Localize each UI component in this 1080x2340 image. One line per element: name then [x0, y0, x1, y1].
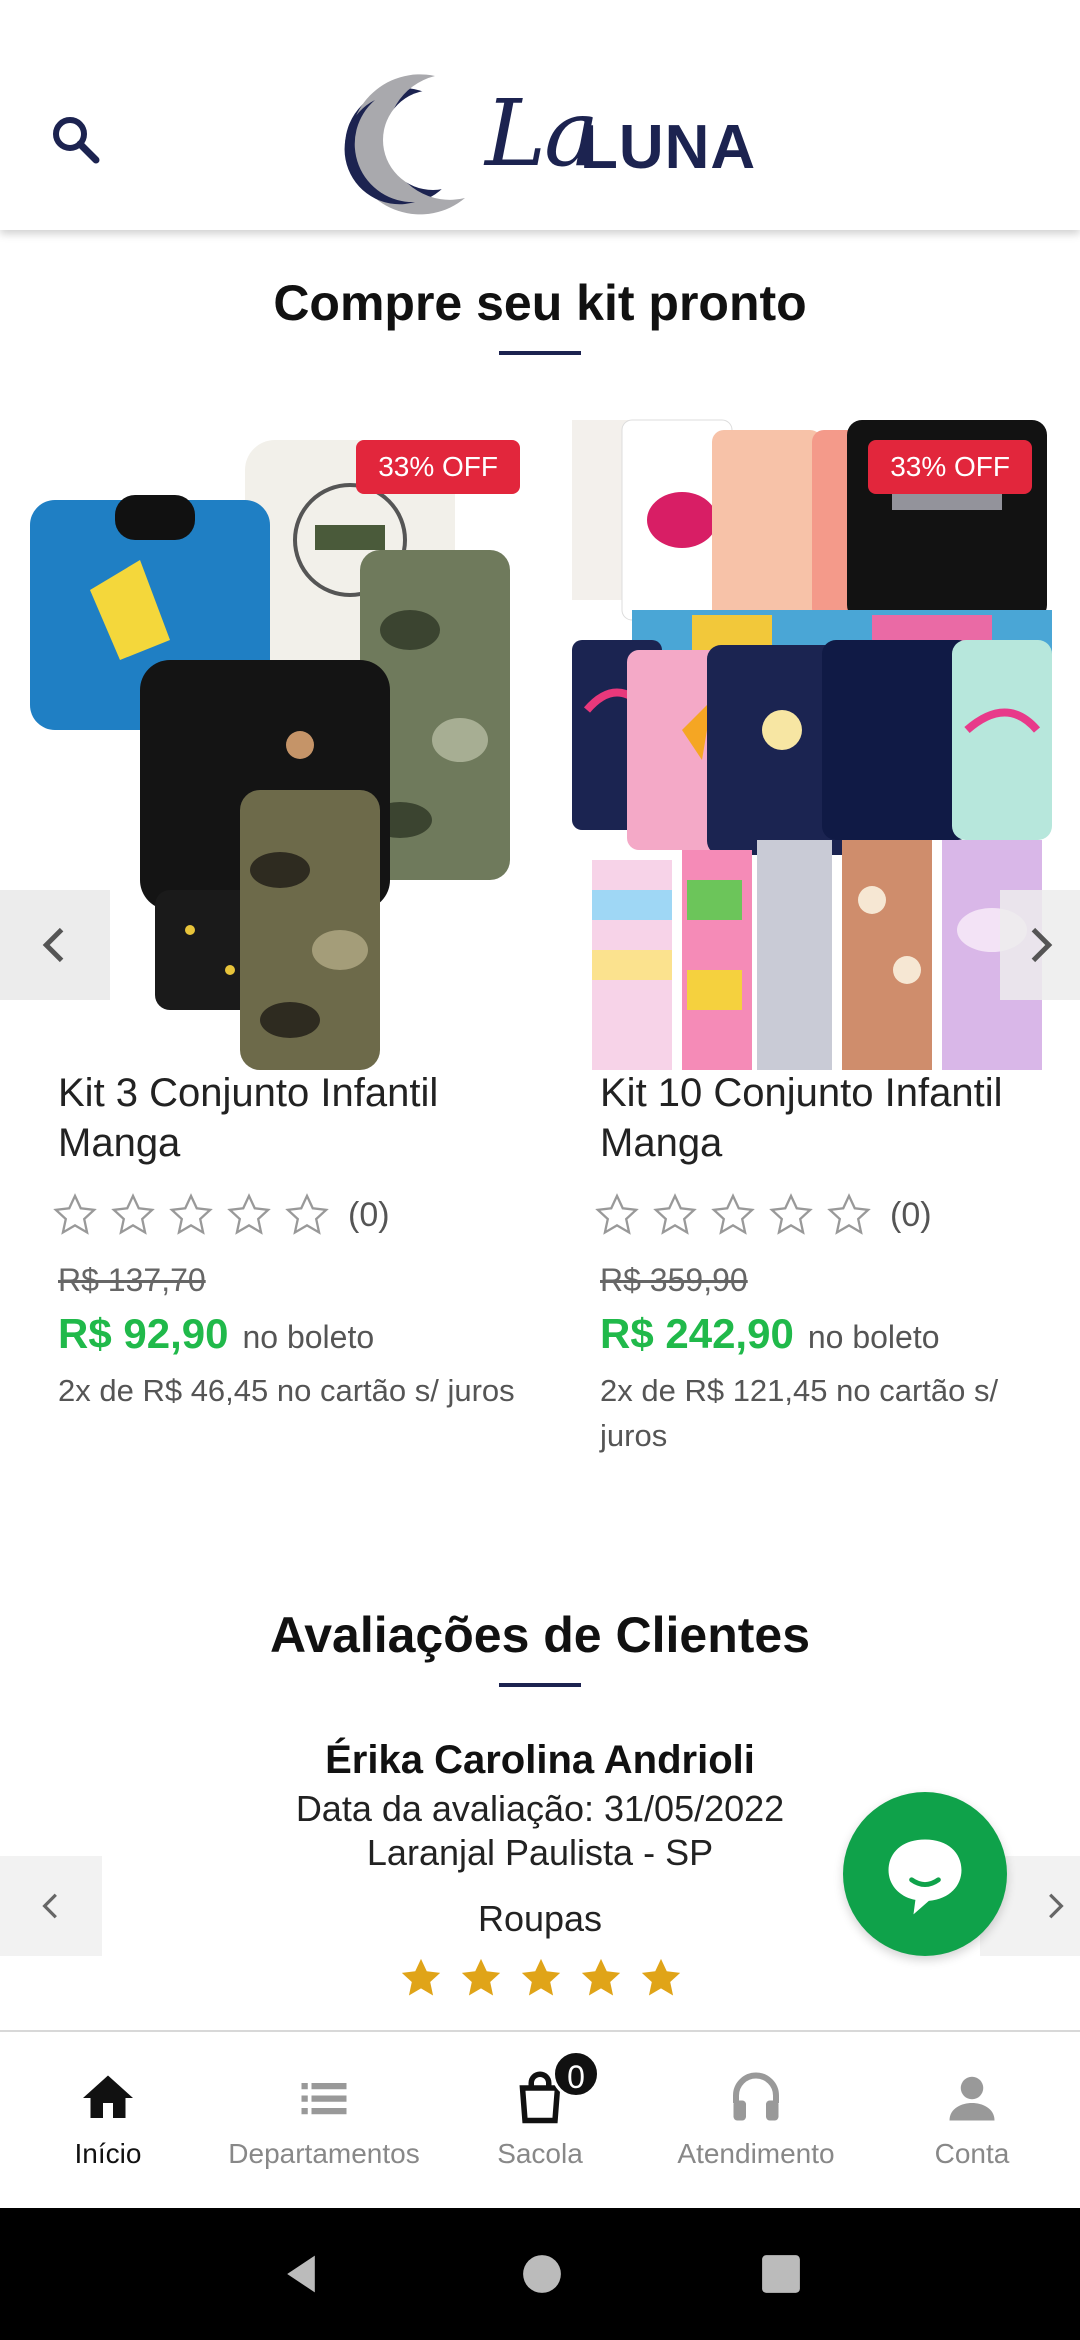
star-outline-icon: [53, 1193, 97, 1235]
product-photo-illustration: [572, 419, 1052, 1070]
system-navigation-bar: [0, 2208, 1080, 2340]
product-name[interactable]: Kit 3 Conjunto Infantil Manga: [58, 1068, 498, 1168]
title-underline: [499, 351, 581, 355]
carousel-next-button[interactable]: [1000, 890, 1080, 1000]
old-price: R$ 359,90: [600, 1262, 748, 1298]
star-outline-icon: [285, 1193, 329, 1235]
home-circle-icon[interactable]: [521, 2253, 563, 2295]
title-underline: [499, 1683, 581, 1687]
moon-logo-icon: [344, 74, 483, 215]
chevron-right-icon: [1049, 1893, 1064, 1919]
chat-bubble-icon: [888, 1839, 962, 1915]
product-card[interactable]: 33% OFF Kit 10 Conjunto Infantil Manga (…: [572, 410, 1072, 1460]
nav-label: Departamentos: [228, 2138, 420, 2169]
app-header: La LUNA: [0, 0, 1080, 230]
search-button[interactable]: [48, 112, 104, 168]
product-name[interactable]: Kit 10 Conjunto Infantil Manga: [600, 1068, 1040, 1168]
price-suffix: no boleto: [242, 1319, 375, 1355]
star-outline-icon: [111, 1193, 155, 1235]
home-icon: [83, 2075, 133, 2118]
star-outline-icon: [827, 1193, 871, 1235]
reviewer-name: Érika Carolina Andrioli: [325, 1738, 755, 1782]
price-suffix: no boleto: [807, 1319, 940, 1355]
star-filled-icon: [401, 1958, 441, 1996]
rating-count: (0): [890, 1195, 932, 1234]
price-value: R$ 242,90: [600, 1310, 794, 1357]
discount-badge: 33% OFF: [868, 440, 1032, 494]
star-outline-icon: [169, 1193, 213, 1235]
price: R$ 242,90 no boleto: [600, 1310, 940, 1358]
list-icon: [301, 2083, 347, 2115]
recents-square-icon[interactable]: [760, 2253, 802, 2295]
chevron-left-icon: [42, 927, 64, 963]
chat-button[interactable]: [843, 1792, 1007, 1956]
installments: 2x de R$ 46,45 no cartão s/ juros: [58, 1373, 515, 1408]
star-filled-icon: [641, 1958, 681, 1996]
nav-item-departamentos[interactable]: Departamentos: [216, 2032, 432, 2208]
star-filled-icon: [461, 1958, 501, 1996]
kits-section-title: Compre seu kit pronto: [273, 275, 807, 331]
nav-label: Sacola: [497, 2138, 583, 2169]
reviews-section-title: Avaliações de Clientes: [269, 1607, 811, 1663]
product-image[interactable]: 33% OFF: [572, 410, 1052, 1070]
person-icon: [949, 2076, 995, 2121]
price-value: R$ 92,90: [58, 1310, 229, 1357]
discount-badge: 33% OFF: [356, 440, 520, 494]
star-outline-icon: [227, 1193, 271, 1235]
nav-item-atendimento[interactable]: Atendimento: [648, 2032, 864, 2208]
la-luna-logo[interactable]: La LUNA: [335, 70, 755, 220]
star-outline-icon: [769, 1193, 813, 1235]
chevron-left-icon: [42, 1893, 57, 1919]
star-outline-icon: [653, 1193, 697, 1235]
reviews-prev-button[interactable]: [0, 1856, 102, 1956]
chevron-right-icon: [1031, 927, 1053, 963]
nav-label: Início: [74, 2138, 142, 2169]
back-triangle-icon[interactable]: [278, 2251, 324, 2297]
logo-text-luna: LUNA: [580, 113, 757, 182]
search-icon: [53, 117, 100, 164]
nav-item-sacola[interactable]: 0 Sacola: [432, 2032, 648, 2208]
nav-label: Atendimento: [677, 2138, 835, 2169]
installments: 2x de R$ 121,45 no cartão s/ juros: [600, 1373, 999, 1453]
rating-count: (0): [348, 1195, 390, 1234]
star-filled-icon: [581, 1958, 621, 1996]
carousel-prev-button[interactable]: [0, 890, 110, 1000]
cart-count-badge: 0: [552, 2050, 600, 2098]
headset-icon: [733, 2072, 779, 2121]
star-filled-icon: [521, 1958, 561, 1996]
review-rating: [398, 1955, 684, 2001]
star-outline-icon: [711, 1193, 755, 1235]
product-rating: (0): [52, 1190, 390, 1240]
old-price: R$ 137,70: [58, 1262, 206, 1298]
nav-item-inicio[interactable]: Início: [0, 2032, 216, 2208]
nav-item-conta[interactable]: Conta: [864, 2032, 1080, 2208]
price: R$ 92,90 no boleto: [58, 1310, 374, 1358]
nav-label: Conta: [934, 2138, 1010, 2169]
star-outline-icon: [595, 1193, 639, 1235]
bottom-navigation: Início Departamentos 0 Sacola Atendiment…: [0, 2030, 1080, 2208]
product-rating: (0): [594, 1190, 932, 1240]
